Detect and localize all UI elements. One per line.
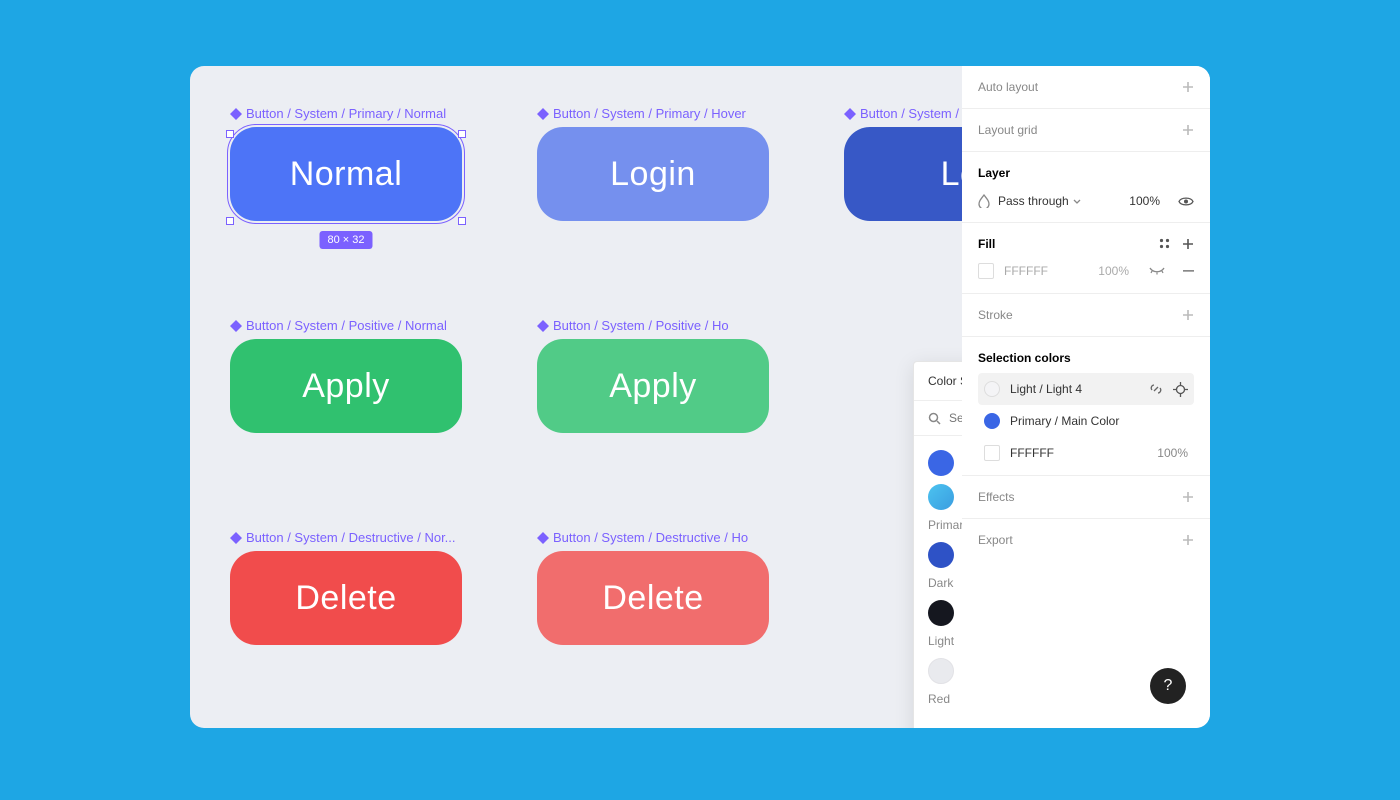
selection-colors-title: Selection colors xyxy=(978,351,1194,365)
component-label: Button / System / Destructive / Nor... xyxy=(230,530,460,545)
fill-opacity-value[interactable]: 100% xyxy=(1098,264,1129,278)
component-label: Button / System / Positive / Ho xyxy=(537,318,767,333)
selection-color-row[interactable]: FFFFFF 100% xyxy=(978,437,1194,469)
button-shape[interactable]: Apply xyxy=(537,339,769,433)
remove-fill-icon[interactable] xyxy=(1183,270,1194,272)
style-picker-icon[interactable] xyxy=(1159,238,1170,250)
target-icon[interactable] xyxy=(1173,382,1188,397)
component-label: Button / System / Positive / Normal xyxy=(230,318,460,333)
button-shape[interactable]: Login xyxy=(537,127,769,221)
layout-grid-label: Layout grid xyxy=(978,123,1037,137)
color-swatch[interactable] xyxy=(928,600,954,626)
selection-color-opacity: 100% xyxy=(1157,446,1188,460)
button-shape[interactable]: Apply xyxy=(230,339,462,433)
effects-section-title: Effects xyxy=(978,490,1014,504)
color-swatch[interactable] xyxy=(928,542,954,568)
add-fill-icon[interactable] xyxy=(1182,238,1194,250)
resize-handle[interactable] xyxy=(458,217,466,225)
layer-opacity-value[interactable]: 100% xyxy=(1129,194,1160,208)
add-export-icon[interactable] xyxy=(1182,534,1194,546)
detach-style-icon[interactable] xyxy=(1149,382,1163,396)
component-label: Button / System / Primary / Normal xyxy=(230,106,460,121)
button-shape[interactable]: Normal xyxy=(230,127,462,221)
fill-section-title: Fill xyxy=(978,237,995,251)
resize-handle[interactable] xyxy=(226,217,234,225)
color-swatch[interactable] xyxy=(928,484,954,510)
layer-section-title: Layer xyxy=(978,166,1194,180)
component-icon xyxy=(230,320,242,332)
selection-color-name: Light / Light 4 xyxy=(1010,382,1139,396)
fill-hidden-icon[interactable] xyxy=(1149,267,1165,275)
chevron-down-icon xyxy=(1073,199,1081,204)
design-canvas[interactable]: Button / System / Primary / Normal Normal… xyxy=(190,66,1210,728)
auto-layout-label: Auto layout xyxy=(978,80,1038,94)
resize-handle[interactable] xyxy=(458,130,466,138)
stroke-section-title: Stroke xyxy=(978,308,1013,322)
component-button[interactable]: Button / System / Positive / Ho Apply xyxy=(537,318,769,433)
add-layout-grid-icon[interactable] xyxy=(1182,124,1194,136)
size-badge: 80 × 32 xyxy=(319,231,372,249)
selection-color-name: Primary / Main Color xyxy=(1010,414,1188,428)
selection-color-row[interactable]: Light / Light 4 xyxy=(978,373,1194,405)
add-auto-layout-icon[interactable] xyxy=(1182,81,1194,93)
component-label: Button / System / Destructive / Ho xyxy=(537,530,767,545)
fill-swatch[interactable] xyxy=(978,263,994,279)
blend-mode-icon[interactable] xyxy=(978,194,990,208)
button-shape[interactable]: Delete xyxy=(537,551,769,645)
add-effect-icon[interactable] xyxy=(1182,491,1194,503)
button-shape[interactable]: Delete xyxy=(230,551,462,645)
component-icon xyxy=(230,532,242,544)
color-swatch[interactable] xyxy=(928,658,954,684)
component-icon xyxy=(230,108,242,120)
help-button[interactable]: ? xyxy=(1150,668,1186,704)
selection-color-name: FFFFFF xyxy=(1010,446,1147,460)
component-label: Button / System / Primary / Hover xyxy=(537,106,767,121)
add-stroke-icon[interactable] xyxy=(1182,309,1194,321)
component-button[interactable]: Button / System / Primary / Hover Login xyxy=(537,106,769,221)
component-button[interactable]: Button / System / Primary / Normal Normal… xyxy=(230,106,462,221)
fill-hex-value[interactable]: FFFFFF xyxy=(1004,264,1048,278)
color-swatch[interactable] xyxy=(984,413,1000,429)
color-swatch[interactable] xyxy=(984,381,1000,397)
visibility-icon[interactable] xyxy=(1178,196,1194,207)
export-section-title: Export xyxy=(978,533,1013,547)
color-swatch[interactable] xyxy=(928,450,954,476)
component-button[interactable]: Button / System / Destructive / Nor... De… xyxy=(230,530,462,645)
component-button[interactable]: Button / System / Positive / Normal Apply xyxy=(230,318,462,433)
search-icon xyxy=(928,412,941,425)
inspector-panel: Auto layout Layout grid Layer Pass throu… xyxy=(962,66,1210,728)
component-icon xyxy=(537,532,549,544)
component-icon xyxy=(537,320,549,332)
component-button[interactable]: Button / System / Destructive / Ho Delete xyxy=(537,530,769,645)
color-swatch[interactable] xyxy=(984,445,1000,461)
component-icon xyxy=(537,108,549,120)
component-icon xyxy=(844,108,856,120)
blend-mode-select[interactable]: Pass through xyxy=(998,194,1121,208)
resize-handle[interactable] xyxy=(226,130,234,138)
selection-color-row[interactable]: Primary / Main Color xyxy=(978,405,1194,437)
